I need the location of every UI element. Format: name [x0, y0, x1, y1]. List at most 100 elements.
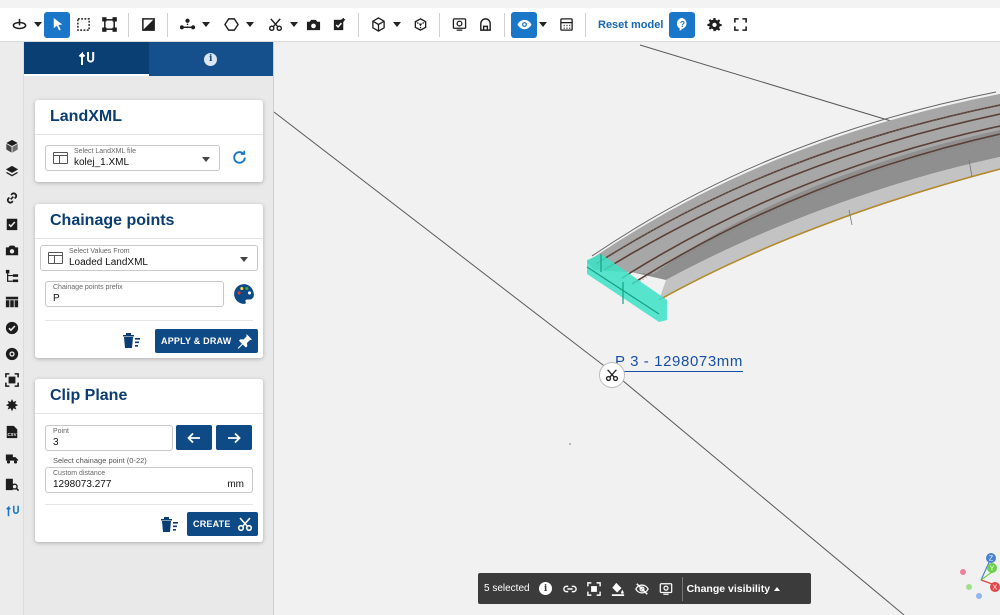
csv-file-icon[interactable]: CSV: [3, 423, 21, 441]
delete-sweep-icon[interactable]: [121, 330, 141, 350]
add-task-icon[interactable]: [326, 12, 352, 38]
camera-icon[interactable]: [3, 241, 21, 259]
clip-point-input[interactable]: Point 3: [45, 425, 173, 451]
burst-settings-icon[interactable]: [3, 397, 21, 415]
model-cube-icon[interactable]: [3, 137, 21, 155]
landxml-card-title: LandXML: [35, 100, 263, 135]
settings-gear-icon[interactable]: [701, 12, 727, 38]
toolbar-divider: [585, 12, 586, 37]
color-palette-icon[interactable]: [3, 345, 21, 363]
chevron-down-icon: [202, 157, 210, 162]
cube-view-icon[interactable]: [365, 12, 391, 38]
measure-distance-icon[interactable]: [174, 12, 200, 38]
building-search-icon[interactable]: [3, 475, 21, 493]
toolbar-divider: [167, 12, 168, 37]
clip-handle-scissors-icon[interactable]: [599, 362, 625, 388]
neg-x-dot: [960, 569, 966, 575]
rail-track-model[interactable]: [586, 91, 1000, 322]
clip-point-value: 3: [53, 437, 59, 448]
orbit-mode-icon[interactable]: [6, 12, 32, 38]
link-toggle-icon[interactable]: [558, 577, 582, 601]
landxml-file-label: Select LandXML file: [74, 148, 136, 155]
distance-unit: mm: [227, 479, 244, 490]
change-visibility-label: Change visibility: [686, 582, 771, 595]
snapshot-camera-icon[interactable]: [300, 12, 326, 38]
measure-dropdown[interactable]: [200, 12, 212, 38]
box-select-icon[interactable]: [70, 12, 96, 38]
3d-viewport[interactable]: P 3 - 1298073mm: [274, 42, 1000, 615]
render-mode-icon[interactable]: [446, 12, 472, 38]
chainage-point-label[interactable]: P 3 - 1298073mm: [615, 353, 743, 372]
previous-point-button[interactable]: [176, 425, 212, 450]
tunnel-icon[interactable]: [472, 12, 498, 38]
fullscreen-icon[interactable]: [727, 12, 753, 38]
left-icon-rail: CSV: [0, 42, 24, 615]
checklist-icon[interactable]: [3, 215, 21, 233]
card-divider: [45, 504, 253, 505]
shape-dropdown[interactable]: [244, 12, 256, 38]
change-visibility-button[interactable]: Change visibility: [687, 583, 780, 595]
csv-file-label: CSV: [8, 432, 17, 437]
chainage-points-card: Chainage points Select Values From Loade…: [35, 204, 263, 358]
orbit-mode-dropdown[interactable]: [32, 12, 44, 38]
selected-count: 5 selected: [484, 583, 530, 594]
reset-model-button[interactable]: Reset model: [592, 19, 669, 31]
help-icon[interactable]: ?: [669, 11, 696, 38]
selection-info-button[interactable]: i: [534, 577, 558, 601]
values-source-select[interactable]: Select Values From Loaded LandXML: [40, 245, 258, 271]
next-point-button[interactable]: [216, 425, 252, 450]
truck-icon[interactable]: [3, 449, 21, 467]
apply-draw-label: APPLY & DRAW: [161, 336, 232, 346]
create-clip-button[interactable]: CREATE: [187, 512, 258, 536]
isolate-cube-icon[interactable]: [407, 12, 433, 38]
layers-icon[interactable]: [3, 163, 21, 181]
render-selection-icon[interactable]: [654, 577, 678, 601]
visibility-dropdown[interactable]: [537, 12, 549, 38]
toolbar-divider: [504, 12, 505, 37]
apply-draw-button[interactable]: APPLY & DRAW: [155, 329, 258, 353]
select-pointer-icon[interactable]: [44, 11, 70, 38]
delete-sweep-icon[interactable]: [159, 514, 179, 534]
polygon-shape-icon[interactable]: [218, 12, 244, 38]
chainage-card-title: Chainage points: [35, 204, 263, 239]
frame-select-icon[interactable]: [96, 12, 122, 38]
clip-plane-card: Clip Plane Point 3 Select chainage point…: [35, 379, 263, 542]
values-source-label: Select Values From: [69, 248, 130, 255]
scissors-icon[interactable]: [262, 12, 288, 38]
clip-dropdown[interactable]: [288, 12, 300, 38]
side-panel: i LandXML Select LandXML file kolej_1.XM…: [24, 42, 274, 615]
calculator-icon[interactable]: [553, 12, 579, 38]
landxml-rail-icon[interactable]: [3, 502, 21, 520]
custom-distance-value: 1298073.277: [53, 479, 112, 490]
custom-distance-input[interactable]: Custom distance 1298073.277 mm: [45, 467, 253, 493]
values-source-value: Loaded LandXML: [69, 257, 148, 268]
landxml-card: LandXML Select LandXML file kolej_1.XML: [35, 100, 263, 182]
tree-structure-icon[interactable]: [3, 267, 21, 285]
paint-bucket-icon[interactable]: [606, 577, 630, 601]
clip-point-hint: Select chainage point (0-22): [53, 456, 147, 465]
tab-landxml[interactable]: [24, 42, 149, 76]
axis-gizmo[interactable]: Z Y X: [955, 552, 1000, 602]
cube-view-dropdown[interactable]: [391, 12, 403, 38]
link-icon[interactable]: [3, 189, 21, 207]
palette-icon[interactable]: [233, 283, 255, 305]
clip-point-label: Point: [53, 428, 69, 435]
landxml-file-select[interactable]: Select LandXML file kolej_1.XML: [45, 145, 220, 171]
tab-info[interactable]: i: [148, 42, 273, 76]
info-tab-icon: i: [204, 52, 218, 66]
chainage-prefix-input[interactable]: Chainage points prefix P: [45, 281, 224, 307]
hide-eye-off-icon[interactable]: [630, 577, 654, 601]
table-icon[interactable]: [3, 293, 21, 311]
clip-plane-line: [274, 111, 617, 376]
focus-frame-icon[interactable]: [3, 371, 21, 389]
landxml-file-value: kolej_1.XML: [74, 157, 130, 168]
section-view-icon[interactable]: [135, 12, 161, 38]
status-check-icon[interactable]: [3, 319, 21, 337]
y-axis-label: Y: [990, 566, 995, 573]
clip-card-title: Clip Plane: [35, 379, 263, 414]
scene-canvas: [274, 44, 1000, 615]
refresh-icon[interactable]: [231, 149, 249, 167]
visibility-eye-icon[interactable]: [511, 11, 537, 38]
fit-selection-icon[interactable]: [582, 577, 606, 601]
top-toolbar: Reset model ?: [0, 0, 1000, 42]
